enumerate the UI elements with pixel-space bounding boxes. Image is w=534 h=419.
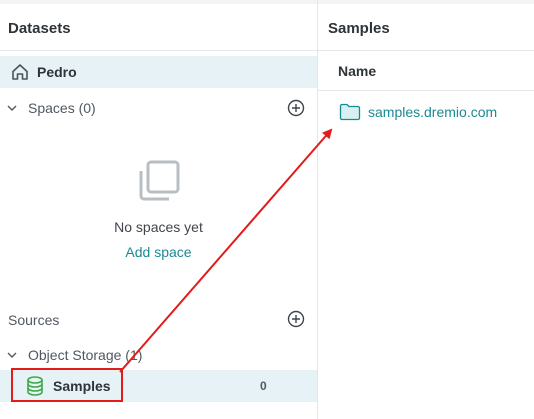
- add-space-link[interactable]: Add space: [0, 244, 317, 260]
- name-column-header[interactable]: Name: [338, 63, 376, 79]
- empty-spaces-icon: [136, 158, 182, 204]
- samples-title-divider: [318, 50, 534, 51]
- object-storage-group-header[interactable]: Object Storage (1): [0, 344, 317, 366]
- source-item-samples-count: 0: [260, 379, 267, 393]
- folder-label: samples.dremio.com: [368, 104, 498, 120]
- datasets-title-divider: [0, 50, 317, 51]
- add-space-plus-icon[interactable]: [287, 99, 305, 117]
- panel-divider: [317, 0, 318, 419]
- chevron-down-icon[interactable]: [6, 349, 18, 361]
- chevron-down-icon[interactable]: [6, 102, 18, 114]
- object-storage-label: Object Storage (1): [28, 347, 143, 363]
- datasets-title: Datasets: [8, 20, 71, 37]
- samples-title: Samples: [328, 20, 390, 37]
- home-space-label: Pedro: [37, 64, 77, 80]
- home-space-item[interactable]: Pedro: [0, 56, 317, 88]
- spaces-section-header[interactable]: Spaces (0): [0, 96, 317, 120]
- no-spaces-text: No spaces yet: [114, 219, 203, 235]
- folder-icon: [339, 103, 361, 121]
- column-header-divider: [318, 90, 534, 91]
- home-icon: [10, 62, 30, 82]
- add-source-plus-icon[interactable]: [287, 310, 305, 328]
- highlight-box: [11, 368, 123, 402]
- sources-label: Sources: [8, 312, 60, 328]
- spaces-label: Spaces (0): [28, 100, 96, 116]
- folder-row[interactable]: samples.dremio.com: [330, 98, 530, 126]
